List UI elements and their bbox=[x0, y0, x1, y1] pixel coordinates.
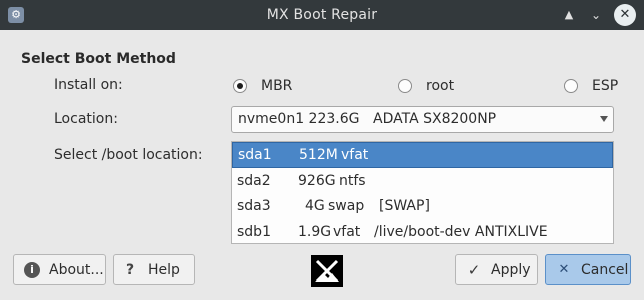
mx-logo bbox=[311, 255, 343, 287]
radio-esp-indicator[interactable] bbox=[564, 79, 578, 93]
partition-extra: [SWAP] bbox=[379, 198, 430, 214]
partition-name: sda3 bbox=[237, 198, 271, 214]
radio-mbr-label: MBR bbox=[261, 78, 293, 94]
apply-button[interactable]: ✓ Apply bbox=[455, 254, 538, 285]
window-title: MX Boot Repair bbox=[266, 7, 378, 23]
title-bar: ⚙ MX Boot Repair ▲ ⌄ ✕ bbox=[0, 0, 644, 30]
boot-location-label: Select /boot location: bbox=[54, 147, 203, 163]
question-icon: ? bbox=[125, 261, 135, 278]
location-model: ADATA SX8200NP bbox=[373, 111, 497, 127]
install-on-label: Install on: bbox=[54, 77, 123, 93]
about-button[interactable]: i About... bbox=[13, 254, 106, 285]
list-item[interactable]: sda1 512M vfat bbox=[232, 142, 613, 168]
list-item[interactable]: sdb1 1.9G vfat /live/boot-dev ANTIXLIVE bbox=[232, 220, 613, 246]
partition-name: sda1 bbox=[238, 147, 272, 163]
partition-name: sdb1 bbox=[237, 224, 271, 240]
close-x-icon: ✕ bbox=[558, 261, 570, 277]
chevron-down-icon[interactable] bbox=[600, 116, 608, 122]
radio-root[interactable]: root bbox=[398, 77, 454, 95]
minimize-icon[interactable]: ▲ bbox=[560, 6, 578, 24]
help-button[interactable]: ? Help bbox=[113, 254, 195, 285]
location-select[interactable]: nvme0n1 223.6G ADATA SX8200NP bbox=[231, 106, 614, 133]
check-icon: ✓ bbox=[467, 260, 481, 279]
cancel-button[interactable]: ✕ Cancel bbox=[545, 254, 631, 285]
partition-fs: vfat bbox=[333, 224, 361, 240]
help-button-label: Help bbox=[148, 261, 180, 278]
partition-name: sda2 bbox=[237, 173, 271, 189]
radio-mbr[interactable]: MBR bbox=[233, 77, 292, 95]
partition-size: 512M bbox=[299, 147, 338, 163]
list-item[interactable]: sda2 926G ntfs bbox=[232, 169, 613, 195]
boot-location-list[interactable]: sda1 512M vfat sda2 926G ntfs sda3 4G sw… bbox=[231, 141, 614, 244]
radio-mbr-indicator[interactable] bbox=[233, 79, 247, 93]
radio-esp[interactable]: ESP bbox=[564, 77, 618, 95]
maximize-icon[interactable]: ⌄ bbox=[587, 6, 605, 24]
radio-esp-label: ESP bbox=[592, 78, 619, 94]
apply-button-label: Apply bbox=[491, 261, 531, 278]
list-item[interactable]: sda3 4G swap [SWAP] bbox=[232, 194, 613, 220]
info-icon: i bbox=[24, 261, 40, 278]
mx-boot-repair-window: ⚙ MX Boot Repair ▲ ⌄ ✕ Select Boot Metho… bbox=[0, 0, 644, 300]
about-button-label: About... bbox=[49, 261, 104, 278]
partition-fs: swap bbox=[328, 198, 365, 214]
location-device: nvme0n1 223.6G bbox=[238, 111, 360, 127]
partition-size: 4G bbox=[305, 198, 325, 214]
partition-size: 1.9G bbox=[298, 224, 332, 240]
radio-root-label: root bbox=[426, 78, 455, 94]
partition-fs: ntfs bbox=[339, 173, 366, 189]
partition-fs: vfat bbox=[341, 147, 369, 163]
mx-logo-icon bbox=[315, 259, 339, 283]
location-label: Location: bbox=[54, 111, 118, 127]
partition-size: 926G bbox=[298, 173, 336, 189]
partition-extra: /live/boot-dev ANTIXLIVE bbox=[374, 224, 548, 240]
radio-root-indicator[interactable] bbox=[398, 79, 412, 93]
close-icon[interactable]: ✕ bbox=[614, 4, 636, 26]
section-title: Select Boot Method bbox=[21, 51, 176, 67]
cancel-button-label: Cancel bbox=[581, 261, 629, 278]
